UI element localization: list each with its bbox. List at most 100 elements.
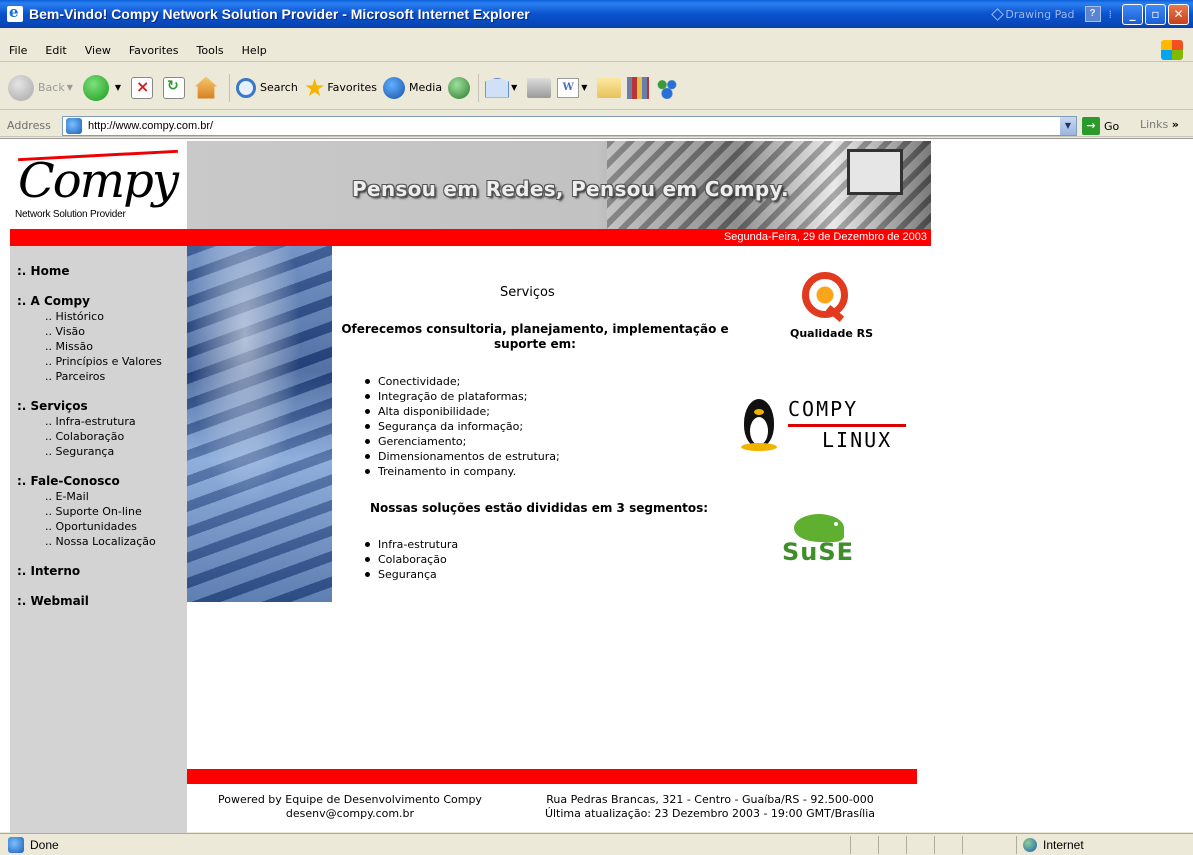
nav-webmail[interactable]: :. Webmail (17, 594, 89, 609)
footer-email[interactable]: desenv@compy.com.br (200, 807, 500, 821)
pen-icon (991, 7, 1005, 21)
print-button[interactable] (527, 77, 552, 98)
nav-group-webmail: :. Webmail (17, 594, 89, 609)
title-bar-controls: Drawing Pad ? ⁞ _ ▫ ✕ (991, 0, 1193, 28)
nav-interno[interactable]: :. Interno (17, 564, 80, 579)
list-item: Dimensionamentos de estrutura; (361, 449, 560, 464)
last-updated: Última atualização: 23 Dezembro 2003 - 1… (544, 807, 876, 820)
status-panels (850, 836, 990, 854)
toolbar-separator (229, 73, 231, 102)
site-logo[interactable]: Compy Network Solution Provider (10, 141, 186, 229)
nav-historico[interactable]: .. Histórico (17, 309, 162, 324)
qualidade-rs-logo[interactable]: Qualidade RS (790, 272, 875, 342)
chevron-right-icon: » (1171, 118, 1179, 131)
nav-group-interno: :. Interno (17, 564, 80, 579)
chevron-down-icon[interactable]: ▼ (1060, 117, 1076, 135)
search-button[interactable]: Search (236, 77, 298, 98)
list-item: Treinamento in company. (361, 464, 560, 479)
stop-button[interactable] (131, 76, 157, 99)
nav-principios[interactable]: .. Princípios e Valores (17, 354, 162, 369)
compy-linux-logo[interactable]: COMPY LINUX (738, 391, 908, 461)
page-title: Serviços (500, 285, 555, 300)
refresh-button[interactable] (163, 76, 189, 99)
date-bar: Segunda-Feira, 29 de Dezembro de 2003 (10, 229, 931, 246)
search-icon (236, 77, 257, 98)
windows-logo-icon (1161, 40, 1183, 60)
favorites-label: Favorites (327, 81, 378, 94)
menu-help[interactable]: Help (233, 44, 276, 57)
globe-icon (1023, 838, 1037, 852)
menu-file[interactable]: File (0, 44, 36, 57)
mail-button[interactable]: ▼ (485, 77, 521, 98)
folder-button[interactable] (597, 77, 622, 98)
menu-edit[interactable]: Edit (36, 44, 75, 57)
close-button[interactable]: ✕ (1168, 3, 1189, 25)
messenger-button[interactable] (655, 76, 680, 99)
history-button[interactable] (448, 76, 471, 99)
list-item: Colaboração (361, 552, 458, 567)
suse-logo[interactable]: SuSE (780, 514, 860, 574)
nav-colaboracao[interactable]: .. Colaboração (17, 429, 136, 444)
media-button[interactable]: Media (383, 76, 442, 99)
nav-suporte[interactable]: .. Suporte On-line (17, 504, 156, 519)
list-item: Alta disponibilidade; (361, 404, 560, 419)
nav-group-servicos: :. Serviços .. Infra-estrutura .. Colabo… (17, 399, 136, 459)
menu-tools[interactable]: Tools (188, 44, 233, 57)
nav-a-compy[interactable]: :. A Compy (17, 294, 162, 309)
brand-tagline: Network Solution Provider (15, 209, 126, 220)
status-panel (878, 836, 906, 854)
forward-button[interactable]: ▼ (82, 74, 125, 101)
q-icon (802, 272, 848, 318)
nav-servicos[interactable]: :. Serviços (17, 399, 136, 414)
menu-favorites[interactable]: Favorites (120, 44, 188, 57)
brand-name: Compy (18, 153, 179, 209)
edit-word-button[interactable]: W ▼ (557, 77, 591, 98)
links-button[interactable]: Links » (1140, 118, 1179, 131)
keyboard-photo (187, 246, 332, 602)
go-button[interactable]: → Go (1082, 117, 1119, 135)
nav-parceiros[interactable]: .. Parceiros (17, 369, 162, 384)
chevron-down-icon: ▼ (581, 83, 588, 92)
links-label: Links (1140, 118, 1169, 131)
list-item: Segurança da informação; (361, 419, 560, 434)
refresh-icon (163, 76, 186, 99)
sidebar-nav: :. Home :. A Compy .. Histórico .. Visão… (10, 246, 187, 833)
nav-localizacao[interactable]: .. Nossa Localização (17, 534, 156, 549)
help-icon[interactable]: ? (1084, 6, 1101, 22)
toolbar-separator (478, 73, 480, 102)
footer-address: Rua Pedras Brancas, 321 - Centro - Guaíb… (520, 793, 900, 821)
current-date: Segunda-Feira, 29 de Dezembro de 2003 (723, 231, 927, 243)
list-item: Gerenciamento; (361, 434, 560, 449)
nav-fale-conosco[interactable]: :. Fale-Conosco (17, 474, 156, 489)
back-button[interactable]: Back ▼ (8, 74, 77, 101)
nav-missao[interactable]: .. Missão (17, 339, 162, 354)
nav-infra[interactable]: .. Infra-estrutura (17, 414, 136, 429)
address-bar: Address http://www.compy.com.br/ ▼ → Go L… (0, 115, 1193, 137)
ie-app-icon[interactable] (7, 3, 23, 22)
drawing-pad[interactable]: Drawing Pad (991, 7, 1075, 21)
minimize-button[interactable]: _ (1122, 3, 1143, 25)
maximize-button[interactable]: ▫ (1145, 3, 1166, 25)
security-zone[interactable]: Internet (1016, 836, 1084, 854)
tux-belly (750, 417, 768, 445)
chevron-down-icon: ▼ (511, 83, 518, 92)
menu-view[interactable]: View (76, 44, 120, 57)
home-button[interactable] (195, 76, 221, 99)
research-button[interactable] (627, 76, 650, 99)
nav-seguranca[interactable]: .. Segurança (17, 444, 136, 459)
chevron-down-icon: ▼ (114, 83, 122, 92)
page-icon (66, 118, 82, 134)
nav-visao[interactable]: .. Visão (17, 324, 162, 339)
tux-beak (754, 409, 764, 415)
page-done-icon (8, 836, 24, 853)
favorites-button[interactable]: ★ Favorites (304, 74, 377, 102)
window-title: Bem-Vindo! Compy Network Solution Provid… (29, 6, 530, 22)
intro-text: Oferecemos consultoria, planejamento, im… (341, 322, 729, 351)
nav-email[interactable]: .. E-Mail (17, 489, 156, 504)
address-input[interactable]: http://www.compy.com.br/ ▼ (62, 116, 1077, 136)
nav-oportunidades[interactable]: .. Oportunidades (17, 519, 156, 534)
nav-home[interactable]: :. Home (17, 264, 69, 279)
status-panel (906, 836, 934, 854)
go-arrow-icon: → (1082, 117, 1100, 135)
services-list: Conectividade; Integração de plataformas… (361, 374, 560, 479)
